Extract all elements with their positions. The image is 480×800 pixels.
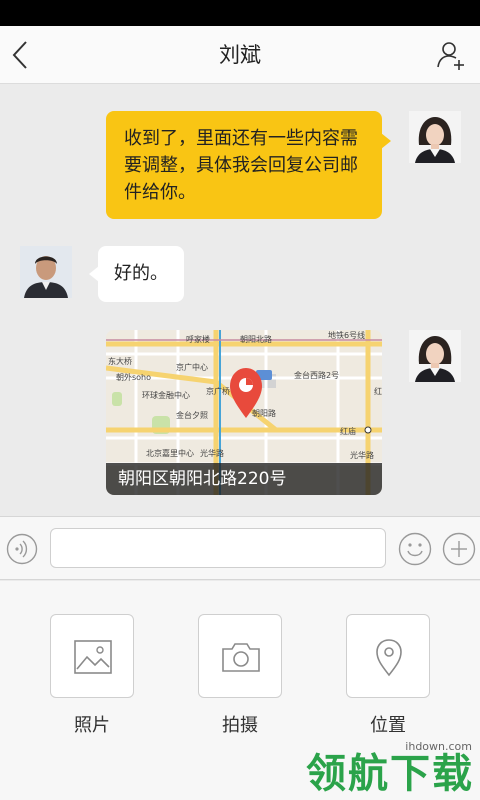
status-bar [0, 0, 480, 26]
message-bubble-received[interactable]: 好的。 [89, 246, 184, 302]
back-button[interactable] [6, 32, 46, 78]
chat-area[interactable]: 收到了，里面还有一些内容需要调整，具体我会回复公司邮件给你。 好的。 呼家楼 朝… [0, 85, 480, 515]
map-label: 朝阳路 [252, 408, 276, 418]
avatar-self[interactable] [409, 330, 461, 382]
page-title: 刘斌 [219, 43, 261, 67]
map-label: 环球金融中心 [142, 390, 190, 400]
avatar-female-image [409, 330, 461, 382]
avatar-male-image [20, 246, 72, 298]
message-input[interactable] [50, 528, 386, 568]
photo-label: 照片 [74, 715, 110, 736]
map-label: 光华路 [200, 448, 224, 458]
voice-icon [6, 533, 38, 565]
location-option[interactable]: 位置 [346, 614, 430, 737]
image-icon [74, 640, 112, 674]
map-label: 红庙 [340, 426, 356, 436]
attachment-panel: 照片 拍摄 位置 ihdown.com 领航下载 [0, 581, 480, 800]
message-input-bar [0, 516, 480, 580]
map-label: 金台夕照 [176, 410, 208, 420]
back-arrow-icon [12, 41, 27, 69]
nav-bar: 刘斌 [0, 26, 480, 84]
location-pin-icon [376, 639, 402, 677]
map-label: 东大桥 [108, 356, 132, 366]
location-button[interactable] [346, 614, 430, 698]
plus-icon [442, 532, 476, 566]
map-label: 金台西路2号 [294, 370, 339, 380]
location-caption: 朝阳区朝阳北路220号 [106, 463, 382, 495]
add-contact-button[interactable] [432, 36, 472, 76]
avatar-female-image [409, 111, 461, 163]
camera-icon [222, 643, 260, 672]
map-label: 光华路 [350, 450, 374, 460]
emoji-icon [398, 532, 432, 566]
watermark-text: 领航下载 [306, 751, 474, 797]
watermark: ihdown.com 领航下载 [288, 740, 478, 798]
emoji-button[interactable] [398, 532, 432, 566]
camera-button[interactable] [198, 614, 282, 698]
map-label: 京广中心 [176, 362, 208, 372]
map-label: 呼家楼 [186, 334, 210, 344]
map-label: 红 [374, 386, 382, 396]
map-label: 朝阳北路 [240, 334, 272, 344]
avatar-self[interactable] [409, 111, 461, 163]
voice-button[interactable] [6, 533, 38, 565]
map-label: 北京嘉里中心 [146, 448, 194, 458]
map-label: 朝外soho [116, 372, 151, 382]
location-label: 位置 [370, 715, 406, 736]
message-bubble-sent[interactable]: 收到了，里面还有一些内容需要调整，具体我会回复公司邮件给你。 [106, 111, 391, 219]
map-label: 京广桥 [206, 386, 230, 396]
camera-label: 拍摄 [222, 715, 258, 736]
camera-option[interactable]: 拍摄 [198, 614, 282, 737]
photo-option[interactable]: 照片 [50, 614, 134, 737]
location-message-card[interactable]: 呼家楼 朝阳北路 地铁6号线 东大桥 朝外soho 京广中心 金台西路2号 环球… [106, 330, 382, 495]
avatar-contact[interactable] [20, 246, 72, 298]
photo-button[interactable] [50, 614, 134, 698]
map-label: 地铁6号线 [328, 330, 365, 340]
more-button[interactable] [442, 532, 476, 566]
add-user-icon [437, 42, 464, 70]
